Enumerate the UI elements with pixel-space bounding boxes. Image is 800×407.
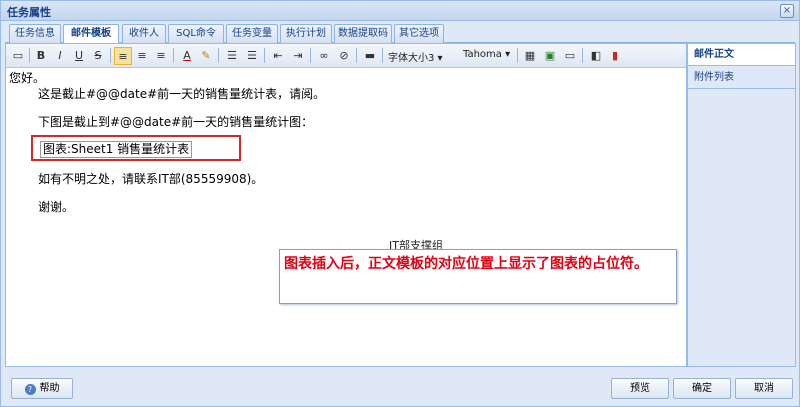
numbered-list-icon[interactable]: ☰ (243, 47, 261, 65)
bullet-list-icon[interactable]: ☰ (223, 47, 241, 65)
preview-button[interactable]: 预览 (611, 378, 669, 399)
greeting-text: 您好。 (9, 71, 46, 85)
toolbar-separator (582, 48, 583, 63)
bottom-button-bar: ? 帮助 预览 确定 取消 (1, 371, 799, 406)
tab-task-info[interactable]: 任务信息 (9, 24, 61, 43)
toolbar-separator (356, 48, 357, 63)
source-edit-icon[interactable]: ▭ (9, 47, 27, 65)
font-size-select[interactable]: 字体大小3 ▾ (388, 49, 443, 64)
toolbar-separator (173, 48, 174, 63)
annotation-callout: 图表插入后，正文模板的对应位置上显示了图表的占位符。 (279, 249, 677, 304)
align-right-icon[interactable]: ≡ (152, 47, 170, 65)
highlight-icon[interactable]: ✎ (197, 47, 215, 65)
editor-toolbar: ▭ B I U S ≡ ≡ ≡ A ✎ ☰ ☰ ⇤ ⇥ ∞ ⊘ ▬ 字体大小3 … (6, 44, 686, 68)
toolbar-separator (310, 48, 311, 63)
toolbar-separator (264, 48, 265, 63)
title-bar[interactable]: 任务属性 × (1, 1, 799, 21)
unlink-icon[interactable]: ⊘ (335, 47, 353, 65)
cancel-button[interactable]: 取消 (735, 378, 793, 399)
bold-icon[interactable]: B (32, 47, 50, 65)
window-title: 任务属性 (7, 6, 51, 19)
tab-task-variables[interactable]: 任务变量 (226, 24, 278, 43)
annotation-callout-text: 图表插入后，正文模板的对应位置上显示了图表的占位符。 (284, 256, 648, 272)
ok-button[interactable]: 确定 (673, 378, 731, 399)
horizontal-rule-icon[interactable]: ▬ (361, 47, 379, 65)
body-line-1: 这是截止#@@date#前一天的销售量统计表，请阅。 (38, 87, 326, 101)
help-button-label: 帮助 (39, 383, 60, 394)
thanks-text: 谢谢。 (38, 200, 75, 214)
body-line-2: 下图是截止到#@@date#前一天的销售量统计图： (38, 115, 314, 129)
panel-item-attachments[interactable]: 附件列表 (688, 67, 795, 89)
insert-excel-icon[interactable]: ▣ (541, 47, 559, 65)
tab-strip: 任务信息 邮件模板 收件人 SQL命令 任务变量 执行计划 数据提取码 其它选项 (5, 23, 795, 44)
help-icon: ? (24, 384, 36, 395)
toolbar-separator (29, 48, 30, 63)
chart-placeholder[interactable]: 图表:Sheet1 销售量统计表 (40, 141, 193, 158)
align-left-icon[interactable]: ≡ (114, 47, 132, 65)
help-button[interactable]: ? 帮助 (11, 378, 73, 399)
table-icon[interactable]: ▦ (521, 47, 539, 65)
tab-schedule[interactable]: 执行计划 (280, 24, 332, 43)
indent-icon[interactable]: ⇥ (289, 47, 307, 65)
toolbar-separator (382, 48, 383, 63)
right-panel: 邮件正文 附件列表 (687, 43, 796, 367)
bar-chart-icon[interactable]: ▮ (606, 47, 624, 65)
strikethrough-icon[interactable]: S (89, 47, 107, 65)
italic-icon[interactable]: I (51, 47, 69, 65)
font-name-select[interactable]: Tahoma ▾ (463, 49, 510, 60)
font-color-icon[interactable]: A (178, 47, 196, 65)
outdent-icon[interactable]: ⇤ (269, 47, 287, 65)
tab-recipients[interactable]: 收件人 (122, 24, 166, 43)
align-center-icon[interactable]: ≡ (133, 47, 151, 65)
task-properties-window: 任务属性 × 任务信息 邮件模板 收件人 SQL命令 任务变量 执行计划 数据提… (0, 0, 800, 407)
tab-other-options[interactable]: 其它选项 (394, 24, 444, 43)
toolbar-separator (517, 48, 518, 63)
font-name-value: Tahoma (463, 49, 502, 60)
chart-icon[interactable]: ◧ (587, 47, 605, 65)
body-line-3: 如有不明之处，请联系IT部(85559908)。 (38, 172, 264, 186)
font-size-value: 字体大小3 (388, 53, 435, 64)
tab-mail-template[interactable]: 邮件模板 (63, 24, 119, 44)
link-icon[interactable]: ∞ (315, 47, 333, 65)
toolbar-separator (218, 48, 219, 63)
panel-item-mail-body[interactable]: 邮件正文 (688, 44, 795, 66)
toolbar-separator (110, 48, 111, 63)
tab-sql-command[interactable]: SQL命令 (168, 24, 224, 43)
close-icon[interactable]: × (780, 4, 794, 18)
underline-icon[interactable]: U (70, 47, 88, 65)
rich-text-editor: ▭ B I U S ≡ ≡ ≡ A ✎ ☰ ☰ ⇤ ⇥ ∞ ⊘ ▬ 字体大小3 … (5, 43, 687, 367)
tab-data-extract-code[interactable]: 数据提取码 (334, 24, 392, 43)
insert-image-icon[interactable]: ▭ (561, 47, 579, 65)
editor-content[interactable]: 您好。 这是截止#@@date#前一天的销售量统计表，请阅。 下图是截止到#@@… (6, 69, 686, 366)
